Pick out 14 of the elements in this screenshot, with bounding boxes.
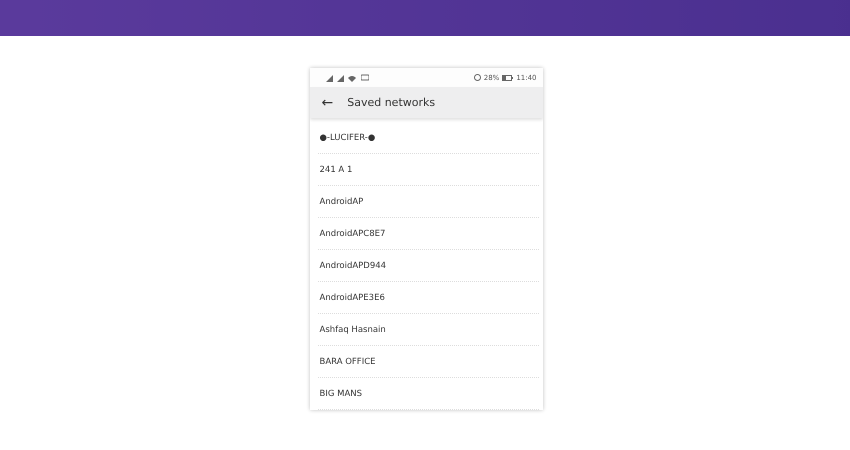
- network-item[interactable]: 241 A 1: [318, 154, 538, 186]
- back-button[interactable]: ←: [320, 96, 336, 110]
- alarm-icon: [474, 74, 481, 82]
- battery-icon: [502, 74, 514, 81]
- network-item[interactable]: BARA OFFICE: [318, 346, 538, 378]
- network-item[interactable]: AndroidAPE3E6: [318, 282, 538, 314]
- signal-icon: [324, 74, 358, 82]
- network-item[interactable]: Ashfaq Hasnain: [318, 314, 538, 346]
- network-item[interactable]: AndroidAPD944: [318, 250, 538, 282]
- network-item[interactable]: BIG MANS: [318, 378, 538, 410]
- screen-title: Saved networks: [347, 96, 436, 110]
- network-item[interactable]: AndroidAP: [318, 186, 538, 218]
- network-item[interactable]: AndroidAPC8E7: [318, 218, 538, 250]
- network-item[interactable]: ●-LUCIFER-●: [318, 122, 538, 154]
